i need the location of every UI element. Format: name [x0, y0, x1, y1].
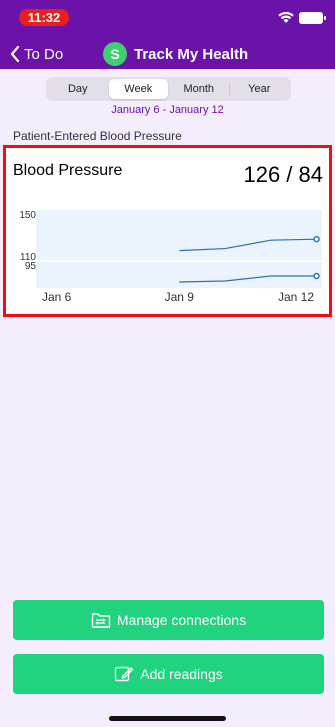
add-readings-button[interactable]: Add readings: [13, 654, 324, 694]
back-button[interactable]: To Do: [10, 44, 63, 64]
y-tick-label: 95: [25, 261, 37, 272]
x-tick-label: Jan 6: [42, 290, 72, 304]
title-group: S Track My Health: [103, 42, 248, 66]
x-tick-label: Jan 9: [165, 290, 195, 304]
add-readings-label: Add readings: [140, 666, 223, 682]
avatar[interactable]: S: [103, 42, 127, 66]
segment-year[interactable]: Year: [230, 79, 290, 99]
folder-connections-icon: [91, 613, 111, 628]
manage-connections-button[interactable]: Manage connections: [13, 600, 324, 640]
segment-month[interactable]: Month: [169, 79, 229, 99]
status-icons: [278, 10, 326, 26]
nav-bar: 11:32 To Do S Track My Health: [0, 0, 335, 69]
blood-pressure-card[interactable]: Blood Pressure 126 / 84 150 110 95 Jan 6 Jan…: [6, 148, 329, 314]
chart-band-1: [36, 262, 322, 288]
battery-icon: [299, 12, 326, 24]
home-indicator: [109, 716, 226, 721]
period-segmented-control: Day Week Month Year: [46, 77, 291, 101]
wifi-icon: [278, 12, 294, 23]
segment-week[interactable]: Week: [108, 79, 168, 99]
x-tick-label: Jan 12: [278, 290, 314, 304]
edit-note-icon: [115, 666, 134, 682]
page-title: Track My Health: [134, 45, 249, 63]
segment-day[interactable]: Day: [48, 79, 108, 99]
back-label: To Do: [24, 45, 64, 63]
chart-band-0: [36, 210, 322, 260]
date-range: January 6 - January 12: [111, 104, 224, 116]
chevron-left-icon: [10, 46, 20, 62]
y-tick-label: 150: [19, 210, 36, 221]
series-last-point-1: [313, 272, 320, 280]
section-label: Patient-Entered Blood Pressure: [13, 129, 182, 143]
status-time: 11:32: [19, 9, 69, 26]
manage-connections-label: Manage connections: [116, 612, 247, 628]
series-last-point-0: [313, 235, 320, 243]
blood-pressure-chart: 15011095Jan 6 Jan 9 Jan 12: [19, 210, 322, 304]
